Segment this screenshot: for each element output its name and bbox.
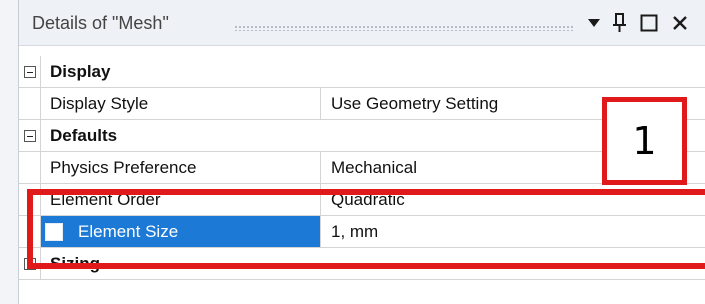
expand-icon[interactable]: [24, 258, 36, 270]
section-sizing[interactable]: Sizing: [19, 248, 705, 280]
pin-icon[interactable]: [609, 10, 629, 36]
drag-grip[interactable]: [234, 25, 574, 31]
property-value[interactable]: 1, mm: [321, 216, 705, 247]
close-icon[interactable]: [667, 10, 693, 36]
property-name-selected: Element Size: [41, 216, 321, 247]
dropdown-icon[interactable]: [585, 10, 603, 36]
property-name: Element Size: [78, 221, 179, 241]
collapse-icon[interactable]: [24, 66, 36, 78]
annotation-number-label: 1: [602, 97, 687, 185]
panel-titlebar: Details of "Mesh": [19, 0, 705, 46]
section-display[interactable]: Display: [19, 56, 705, 88]
maximize-icon[interactable]: [637, 10, 661, 36]
panel-title: Details of "Mesh": [32, 13, 169, 33]
section-label: Display: [50, 61, 111, 81]
property-value[interactable]: Quadratic: [321, 184, 705, 215]
collapse-icon[interactable]: [24, 130, 36, 142]
property-row-element-order[interactable]: Element Order Quadratic: [19, 184, 705, 216]
parameter-checkbox[interactable]: [45, 222, 63, 241]
property-name: Element Order: [41, 184, 321, 215]
property-name: Physics Preference: [41, 152, 321, 183]
section-label: Sizing: [50, 253, 101, 273]
property-row-element-size[interactable]: Element Size 1, mm: [19, 216, 705, 248]
property-name: Display Style: [41, 88, 321, 119]
